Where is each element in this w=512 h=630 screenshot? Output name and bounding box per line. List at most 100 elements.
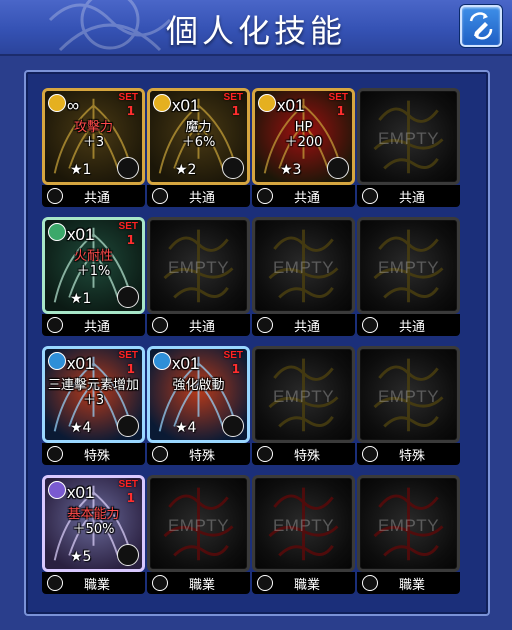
skill-card[interactable]: SET 1 x01 魔力 ＋6% ★2: [147, 88, 250, 185]
skill-quantity: x01: [67, 225, 95, 244]
skill-slot[interactable]: SET 1 x01 魔力 ＋6% ★2 共通: [147, 88, 250, 211]
skill-text: 三連擊元素增加 ＋3: [45, 378, 142, 408]
skill-slot[interactable]: EMPTY 職業: [147, 475, 250, 598]
set-count: 1: [126, 233, 135, 247]
set-label: SET: [223, 350, 243, 361]
skill-panel: SET 1 ∞ 攻擊力 ＋3 ★1 共通 SET 1 x01 魔力 ＋6% ★2 共通 SET 1 x01 HP ＋…: [24, 70, 490, 616]
skill-slot[interactable]: SET 1 ∞ 攻擊力 ＋3 ★1 共通: [42, 88, 145, 211]
star-rating: ★1: [70, 291, 92, 307]
category-bar: 共通: [252, 314, 355, 336]
skill-text: 基本能力 ＋50%: [45, 507, 142, 537]
empty-skill-card[interactable]: EMPTY: [147, 475, 250, 572]
category-icon: [47, 317, 63, 333]
set-label: SET: [118, 92, 138, 103]
skill-text: 魔力 ＋6%: [150, 120, 247, 150]
star-rating: ★4: [175, 420, 197, 436]
rarity-badge-icon: [153, 352, 171, 370]
skill-name: 魔力: [185, 120, 212, 135]
skill-type-icon: [327, 157, 349, 179]
category-bar: 共通: [147, 314, 250, 336]
category-icon: [362, 575, 378, 591]
category-icon: [257, 188, 273, 204]
empty-skill-card[interactable]: EMPTY: [147, 217, 250, 314]
skill-slot[interactable]: SET 1 x01 三連擊元素增加 ＋3 ★4 特殊: [42, 346, 145, 469]
skill-text: 火耐性 ＋1%: [45, 249, 142, 279]
category-label: 特殊: [188, 448, 215, 464]
skill-quantity: x01: [172, 96, 200, 115]
skill-slot[interactable]: EMPTY 特殊: [357, 346, 460, 469]
skill-slot[interactable]: EMPTY 職業: [357, 475, 460, 598]
star-rating: ★2: [175, 162, 197, 178]
category-icon: [47, 446, 63, 462]
empty-skill-card[interactable]: EMPTY: [357, 88, 460, 185]
skill-card[interactable]: SET 1 x01 基本能力 ＋50% ★5: [42, 475, 145, 572]
empty-skill-card[interactable]: EMPTY: [252, 475, 355, 572]
set-label: SET: [223, 92, 243, 103]
skill-slot[interactable]: SET 1 x01 基本能力 ＋50% ★5 職業: [42, 475, 145, 598]
empty-label: EMPTY: [377, 258, 440, 277]
skill-quantity: x01: [172, 354, 200, 373]
skill-type-icon: [117, 544, 139, 566]
set-label: SET: [328, 92, 348, 103]
category-label: 職業: [293, 577, 320, 593]
skill-slot[interactable]: EMPTY 共通: [357, 88, 460, 211]
empty-skill-card[interactable]: EMPTY: [252, 217, 355, 314]
category-icon: [47, 575, 63, 591]
skill-slot[interactable]: EMPTY 特殊: [252, 346, 355, 469]
skill-card[interactable]: SET 1 x01 HP ＋200 ★3: [252, 88, 355, 185]
page-title: 個人化技能: [165, 12, 346, 50]
empty-label: EMPTY: [167, 516, 230, 535]
empty-skill-card[interactable]: EMPTY: [357, 346, 460, 443]
category-bar: 職業: [42, 572, 145, 594]
category-label: 特殊: [398, 448, 425, 464]
star-rating: ★4: [70, 420, 92, 436]
edit-skills-button[interactable]: [460, 5, 502, 47]
skill-slot[interactable]: SET 1 x01 強化啟動 ★4 特殊: [147, 346, 250, 469]
skill-slot[interactable]: EMPTY 共通: [357, 217, 460, 340]
empty-label: EMPTY: [377, 387, 440, 406]
skill-name: 三連擊元素增加: [47, 378, 139, 393]
empty-label: EMPTY: [272, 258, 335, 277]
rarity-badge-icon: [153, 94, 171, 112]
set-count: 1: [126, 104, 135, 118]
category-bar: 特殊: [252, 443, 355, 465]
empty-label: EMPTY: [377, 129, 440, 148]
empty-skill-card[interactable]: EMPTY: [357, 217, 460, 314]
skill-card[interactable]: SET 1 x01 三連擊元素增加 ＋3 ★4: [42, 346, 145, 443]
skill-card[interactable]: SET 1 x01 強化啟動 ★4: [147, 346, 250, 443]
pencil-swap-icon: [469, 12, 493, 40]
category-label: 共通: [398, 319, 425, 335]
category-icon: [152, 188, 168, 204]
skill-card[interactable]: SET 1 ∞ 攻擊力 ＋3 ★1: [42, 88, 145, 185]
category-icon: [257, 575, 273, 591]
skill-slot[interactable]: SET 1 x01 火耐性 ＋1% ★1 共通: [42, 217, 145, 340]
skill-name: 基本能力: [67, 507, 120, 522]
set-count: 1: [231, 104, 240, 118]
empty-skill-card[interactable]: EMPTY: [252, 346, 355, 443]
category-label: 職業: [398, 577, 425, 593]
skill-name: 強化啟動: [172, 378, 225, 393]
skill-value: ＋3: [82, 393, 105, 408]
star-rating: ★3: [280, 162, 302, 178]
empty-skill-card[interactable]: EMPTY: [357, 475, 460, 572]
skill-card[interactable]: SET 1 x01 火耐性 ＋1% ★1: [42, 217, 145, 314]
empty-label: EMPTY: [272, 387, 335, 406]
skill-slot[interactable]: EMPTY 共通: [252, 217, 355, 340]
category-bar: 共通: [357, 185, 460, 207]
skill-type-icon: [117, 415, 139, 437]
category-label: 共通: [83, 319, 110, 335]
category-bar: 共通: [252, 185, 355, 207]
skill-slot[interactable]: EMPTY 共通: [147, 217, 250, 340]
category-bar: 共通: [147, 185, 250, 207]
skill-type-icon: [222, 157, 244, 179]
set-label: SET: [118, 221, 138, 232]
skill-slot[interactable]: SET 1 x01 HP ＋200 ★3 共通: [252, 88, 355, 211]
skill-slot[interactable]: EMPTY 職業: [252, 475, 355, 598]
category-label: 特殊: [83, 448, 110, 464]
skill-value: ＋1%: [76, 264, 111, 279]
skill-type-icon: [117, 286, 139, 308]
category-label: 特殊: [293, 448, 320, 464]
category-label: 共通: [188, 190, 215, 206]
skill-type-icon: [222, 415, 244, 437]
rarity-badge-icon: [48, 223, 66, 241]
